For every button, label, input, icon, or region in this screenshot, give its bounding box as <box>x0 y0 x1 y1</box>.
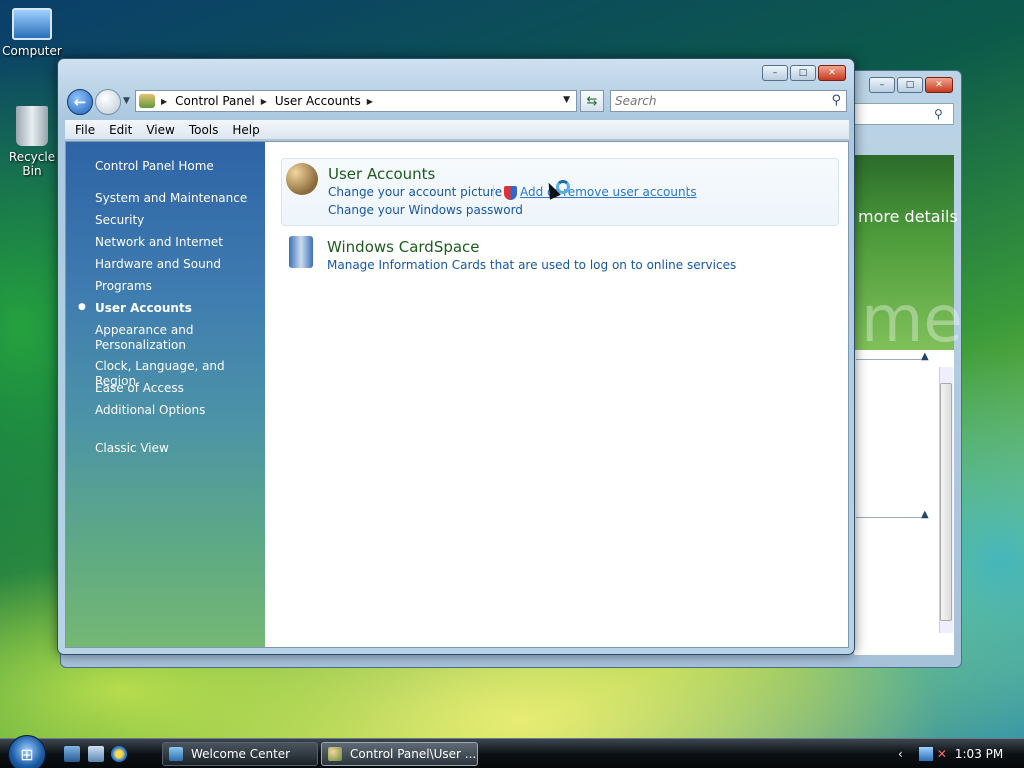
menu-bar: File Edit View Tools Help <box>65 120 849 140</box>
busy-spinner-icon <box>556 180 570 194</box>
show-hidden-icons-chevron-icon[interactable]: ‹ <box>898 747 903 761</box>
forward-button[interactable] <box>95 89 121 115</box>
switch-windows-icon[interactable] <box>88 746 104 762</box>
collapse-caret-icon[interactable]: ▲ <box>921 509 929 520</box>
volume-muted-icon[interactable]: ✕ <box>937 747 947 761</box>
minimize-button[interactable]: – <box>869 77 895 93</box>
scrollbar-thumb[interactable] <box>940 383 952 621</box>
sidebar-item-programs[interactable]: Programs <box>95 279 260 294</box>
main-content: User Accounts Change your account pictur… <box>265 142 848 647</box>
taskbar-button-welcome-center[interactable]: Welcome Center <box>162 742 318 766</box>
internet-explorer-icon[interactable] <box>111 746 127 762</box>
divider <box>856 359 921 360</box>
notification-area: ‹ ✕ 1:03 PM <box>892 739 1024 768</box>
breadcrumb-arrow-icon[interactable]: ▶ <box>367 97 373 106</box>
client-area: Control Panel Home System and Maintenanc… <box>65 141 849 648</box>
search-box[interactable]: ⚲ <box>610 90 847 112</box>
taskbar: ⊞ Welcome Center Control Panel\User ... … <box>0 735 1024 768</box>
divider <box>856 517 921 518</box>
menu-help[interactable]: Help <box>232 123 259 137</box>
task-pane: Control Panel Home System and Maintenanc… <box>66 142 265 647</box>
sidebar-item-security[interactable]: Security <box>95 213 260 228</box>
welcome-banner-text: me <box>861 283 963 357</box>
search-input[interactable] <box>611 91 811 111</box>
breadcrumb-arrow-icon[interactable]: ▶ <box>261 97 267 106</box>
sidebar-classic-view[interactable]: Classic View <box>95 441 260 456</box>
start-button[interactable]: ⊞ <box>8 735 46 768</box>
menu-view[interactable]: View <box>146 123 174 137</box>
computer-icon <box>12 8 52 40</box>
category-title[interactable]: User Accounts <box>328 165 435 183</box>
manage-information-cards-link[interactable]: Manage Information Cards that are used t… <box>327 258 736 272</box>
network-icon[interactable] <box>918 747 933 761</box>
link-separator <box>686 185 687 199</box>
desktop-icon-label: Recycle Bin <box>8 150 56 178</box>
collapse-caret-icon[interactable]: ▲ <box>921 351 929 362</box>
cardspace-icon[interactable] <box>289 236 313 268</box>
search-icon[interactable]: ⚲ <box>831 93 841 108</box>
recycle-bin-icon <box>16 106 48 146</box>
search-icon[interactable]: ⚲ <box>934 107 943 121</box>
sidebar-item-ease-of-access[interactable]: Ease of Access <box>95 381 260 396</box>
breadcrumb-arrow-icon[interactable]: ▶ <box>161 97 167 106</box>
maximize-button[interactable]: □ <box>897 77 923 93</box>
sidebar-item-hardware-and-sound[interactable]: Hardware and Sound <box>95 257 260 272</box>
sidebar-item-user-accounts[interactable]: User Accounts <box>95 301 260 316</box>
desktop-icon-computer[interactable]: Computer <box>0 4 64 58</box>
close-button[interactable]: ✕ <box>925 77 953 93</box>
current-item-bullet-icon: ● <box>78 302 86 312</box>
recent-pages-dropdown[interactable]: ▼ <box>123 96 130 106</box>
sidebar-item-additional-options[interactable]: Additional Options <box>95 403 260 418</box>
change-windows-password-link[interactable]: Change your Windows password <box>328 203 523 217</box>
breadcrumb-user-accounts[interactable]: User Accounts <box>275 94 361 108</box>
control-panel-icon <box>139 94 155 108</box>
close-button[interactable]: ✕ <box>818 65 846 81</box>
desktop-icon-recycle-bin[interactable]: Recycle Bin <box>0 106 64 178</box>
menu-edit[interactable]: Edit <box>109 123 132 137</box>
sidebar-control-panel-home[interactable]: Control Panel Home <box>95 159 260 174</box>
change-account-picture-link[interactable]: Change your account picture <box>328 185 502 199</box>
control-panel-icon <box>328 747 342 761</box>
minimize-button[interactable]: – <box>762 65 788 81</box>
category-windows-cardspace: Windows CardSpace Manage Information Car… <box>281 232 839 276</box>
category-title[interactable]: Windows CardSpace <box>327 238 480 256</box>
menu-file[interactable]: File <box>75 123 95 137</box>
menu-tools[interactable]: Tools <box>189 123 219 137</box>
link-separator <box>493 185 494 199</box>
back-button[interactable]: ← <box>67 89 93 115</box>
welcome-center-icon <box>169 747 183 761</box>
show-more-details-link[interactable]: more details <box>858 207 958 226</box>
sidebar-item-network-and-internet[interactable]: Network and Internet <box>95 235 260 250</box>
show-desktop-icon[interactable] <box>64 746 80 762</box>
uac-shield-icon <box>504 186 517 200</box>
address-bar[interactable]: ▶ Control Panel ▶ User Accounts ▶ ▼ <box>135 90 577 112</box>
desktop-icon-label: Computer <box>2 44 62 58</box>
sidebar-item-system-and-maintenance[interactable]: System and Maintenance <box>95 191 260 206</box>
maximize-button[interactable]: □ <box>790 65 816 81</box>
control-panel-window[interactable]: – □ ✕ ← ▼ ▶ Control Panel ▶ User Account… <box>57 58 855 655</box>
user-accounts-icon[interactable] <box>286 163 318 195</box>
breadcrumb-control-panel[interactable]: Control Panel <box>175 94 255 108</box>
address-dropdown-icon[interactable]: ▼ <box>563 95 570 105</box>
clock[interactable]: 1:03 PM <box>955 747 1003 761</box>
sidebar-item-appearance-and-personalization[interactable]: Appearance and Personalization <box>95 323 260 353</box>
refresh-button[interactable]: ⇆ <box>580 90 604 112</box>
taskbar-button-control-panel[interactable]: Control Panel\User ... <box>321 742 478 766</box>
